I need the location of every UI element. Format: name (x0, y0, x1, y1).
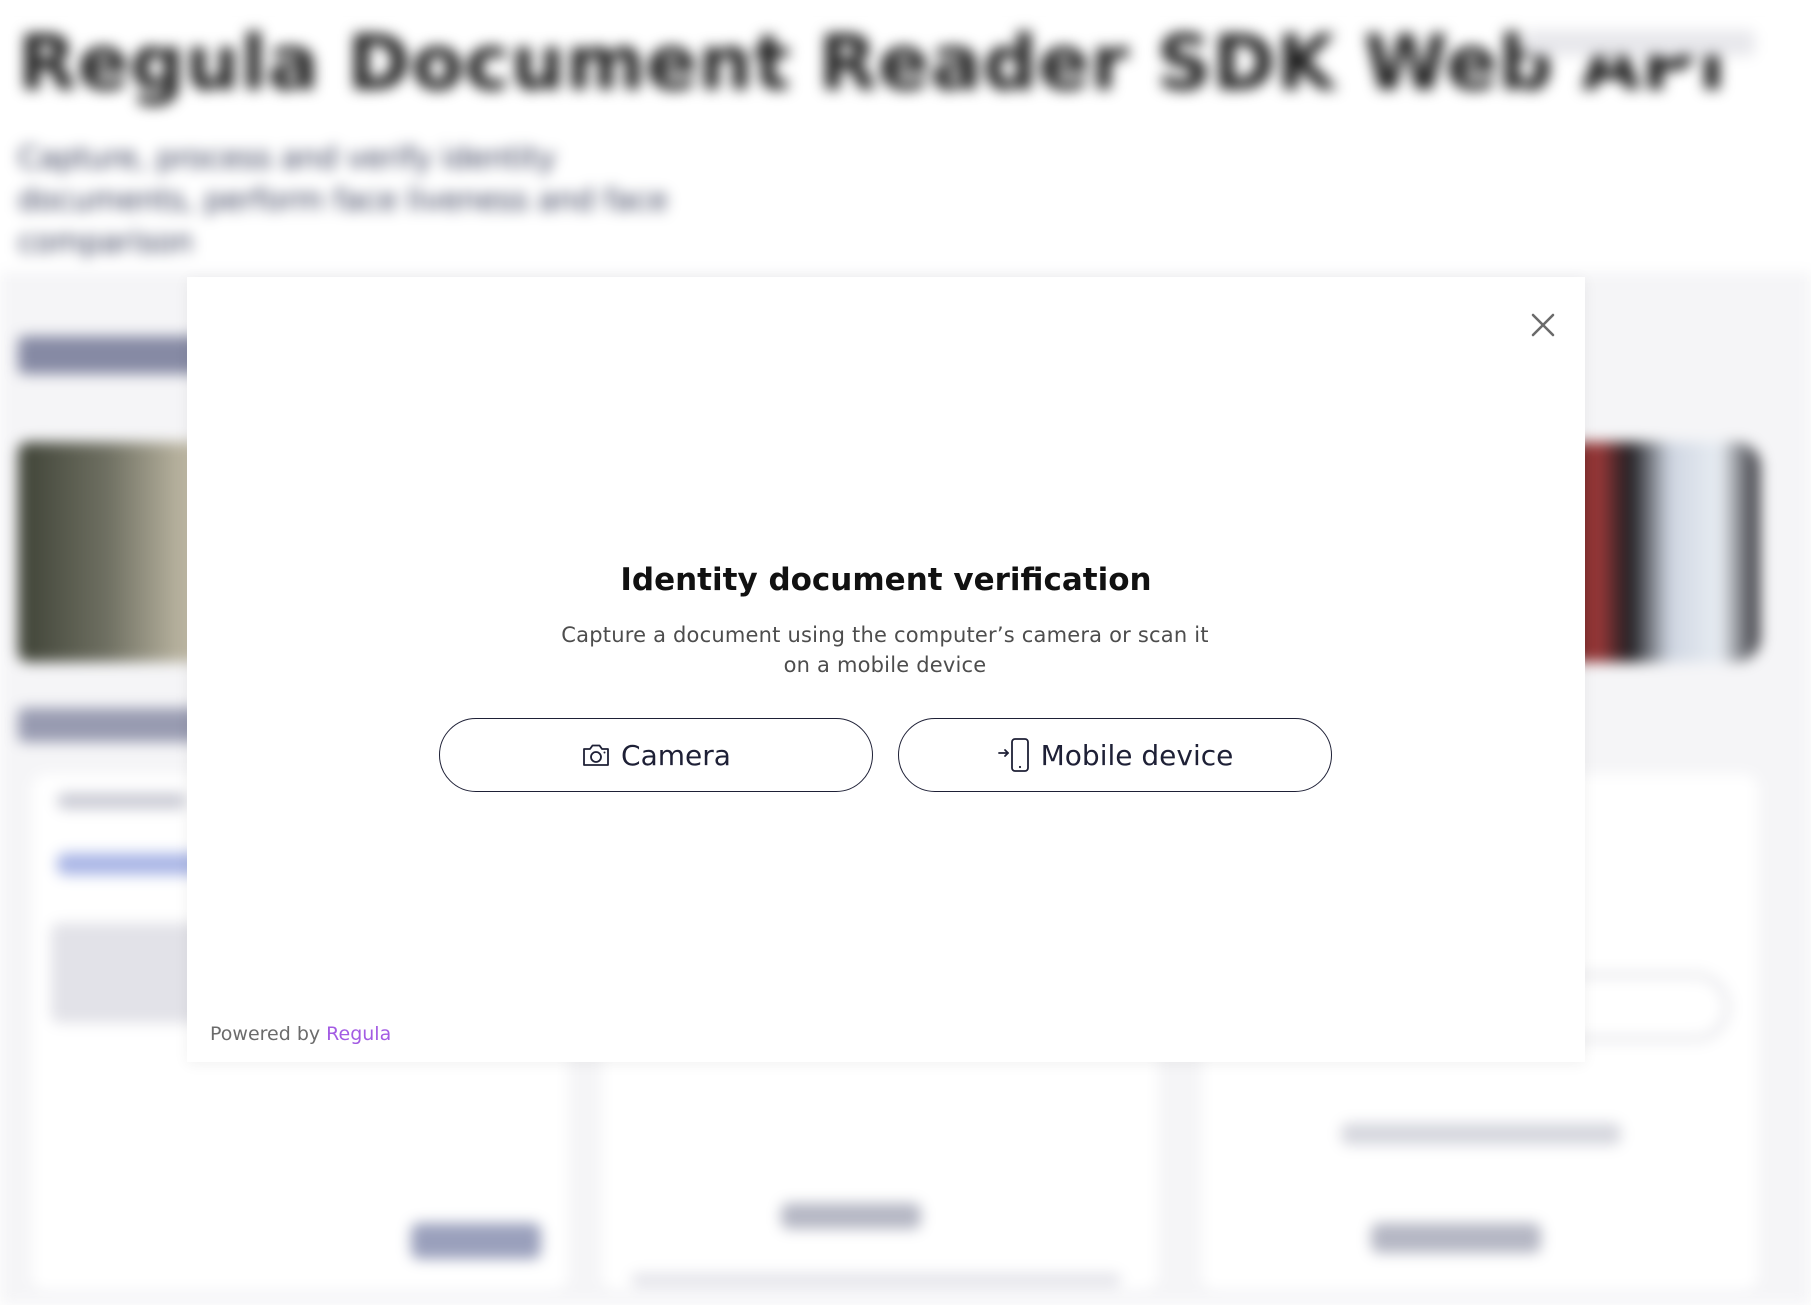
mobile-device-button-label: Mobile device (1040, 738, 1234, 772)
close-icon (1531, 313, 1555, 337)
modal-description: Capture a document using the computer’s … (561, 623, 1209, 677)
camera-button-label: Camera (621, 738, 731, 772)
camera-icon (581, 742, 611, 768)
powered-by-text: Powered by (210, 1023, 321, 1045)
mobile-device-button[interactable]: Mobile device (898, 718, 1332, 792)
background-subtitle: Capture, process and verify identity doc… (18, 141, 668, 260)
background-title: Regula Document Reader SDK Web API (18, 18, 1728, 107)
regula-brand-link[interactable]: Regula (326, 1023, 391, 1045)
modal-title: Identity document verification (620, 562, 1152, 598)
background-photo-right (1560, 442, 1760, 662)
background-top-link (1525, 30, 1755, 56)
powered-by-footer: Powered by Regula (210, 1023, 391, 1045)
camera-button[interactable]: Camera (439, 718, 873, 792)
close-button[interactable] (1518, 300, 1568, 350)
mobile-device-icon (997, 737, 1031, 773)
